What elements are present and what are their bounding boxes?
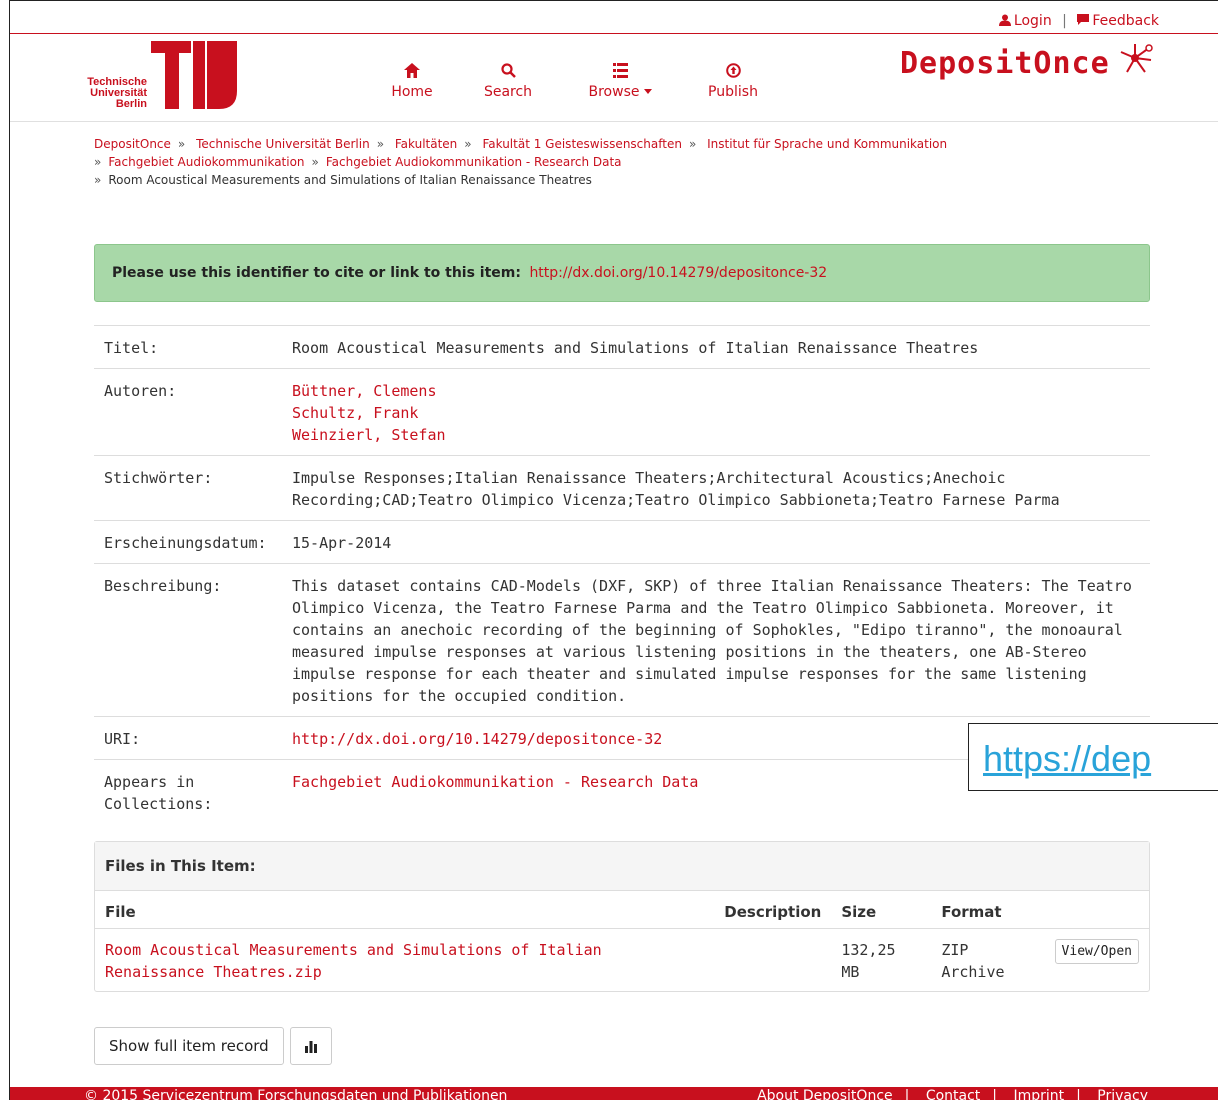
- overlay-url-text[interactable]: https://dep: [983, 738, 1151, 780]
- page-frame: Login | Feedback Technische Universität …: [9, 0, 1218, 1100]
- user-links: Login | Feedback: [998, 13, 1159, 29]
- home-icon: [404, 63, 420, 78]
- metadata-row-keywords: Stichwörter: Impulse Responses;Italian R…: [94, 456, 1150, 521]
- footer-link-about[interactable]: About DepositOnce: [757, 1088, 893, 1100]
- author-link[interactable]: Weinzierl, Stefan: [292, 426, 446, 444]
- nav-publish[interactable]: Publish: [683, 56, 783, 100]
- search-icon: [500, 63, 516, 78]
- item-actions: Show full item record: [94, 1027, 338, 1065]
- breadcrumb-current: Room Acoustical Measurements and Simulat…: [108, 173, 592, 187]
- login-link[interactable]: Login: [998, 13, 1056, 29]
- files-table: File Description Size Format Room Acoust…: [95, 891, 1149, 991]
- column-header: Description: [714, 891, 832, 929]
- author-link[interactable]: Schultz, Frank: [292, 404, 418, 422]
- sparkle-icon: [1120, 44, 1153, 73]
- chevron-down-icon: [644, 89, 653, 94]
- metadata-row-date: Erscheinungsdatum: 15-Apr-2014: [94, 521, 1150, 564]
- berlin-tag: berlin: [221, 9, 231, 32]
- breadcrumb-item[interactable]: Fakultät 1 Geisteswissenschaften: [482, 137, 681, 151]
- file-format: ZIP Archive: [941, 941, 1005, 981]
- citation-link[interactable]: http://dx.doi.org/10.14279/depositonce-3…: [529, 265, 827, 281]
- nav-search[interactable]: Search: [458, 56, 558, 100]
- separator: |: [1062, 13, 1067, 29]
- bar-chart-icon: [304, 1041, 317, 1053]
- tu-berlin-logo[interactable]: Technische Universität Berlin berlin: [81, 9, 246, 117]
- metadata-row-title: Titel: Room Acoustical Measurements and …: [94, 326, 1150, 369]
- statistics-button[interactable]: [289, 1027, 332, 1065]
- view-open-button[interactable]: View/Open: [1054, 939, 1139, 964]
- author-link[interactable]: Büttner, Clemens: [292, 382, 437, 400]
- footer-links: About DepositOnce | Contact | Imprint | Pri…: [757, 1088, 1148, 1100]
- url-overlay-box: https://dep: [968, 723, 1218, 791]
- citation-prefix: Please use this identifier to cite or li…: [112, 265, 521, 281]
- breadcrumb: DepositOnce» Technische Universität Berl…: [94, 137, 948, 187]
- column-header: Size: [831, 891, 932, 929]
- metadata-row-description: Beschreibung: This dataset contains CAD-…: [94, 564, 1150, 717]
- files-heading: Files in This Item:: [95, 842, 1149, 891]
- breadcrumb-item[interactable]: Institut für Sprache und Kommunikation: [707, 137, 947, 151]
- breadcrumb-item[interactable]: DepositOnce: [94, 137, 171, 151]
- user-icon: [998, 14, 1011, 26]
- breadcrumb-item[interactable]: Technische Universität Berlin: [196, 137, 370, 151]
- list-icon: [613, 63, 628, 78]
- site-header: Technische Universität Berlin berlin Hom…: [10, 9, 1218, 122]
- footer-link-imprint[interactable]: Imprint: [1013, 1088, 1064, 1100]
- site-footer: © 2015 Servicezentrum Forschungsdaten un…: [10, 1087, 1218, 1100]
- collection-link[interactable]: Fachgebiet Audiokommunikation - Research…: [292, 773, 698, 791]
- footer-copyright: © 2015 Servicezentrum Forschungsdaten un…: [84, 1088, 508, 1100]
- column-header: File: [95, 891, 715, 929]
- feedback-link[interactable]: Feedback: [1077, 13, 1159, 29]
- show-full-record-button[interactable]: Show full item record: [94, 1027, 284, 1065]
- breadcrumb-item[interactable]: Fachgebiet Audiokommunikation: [108, 155, 304, 169]
- metadata-row-authors: Autoren: Büttner, Clemens Schultz, Frank…: [94, 369, 1150, 456]
- footer-link-contact[interactable]: Contact: [926, 1088, 980, 1100]
- comment-icon: [1077, 14, 1090, 25]
- column-header: Format: [931, 891, 1045, 929]
- nav-browse[interactable]: Browse: [558, 56, 683, 100]
- uri-link[interactable]: http://dx.doi.org/10.14279/depositonce-3…: [292, 730, 662, 748]
- file-description: [714, 929, 831, 992]
- depositonce-logo[interactable]: DepositOnce: [900, 44, 1153, 81]
- breadcrumb-item[interactable]: Fakultäten: [395, 137, 457, 151]
- nav-home[interactable]: Home: [366, 56, 458, 100]
- file-link[interactable]: Room Acoustical Measurements and Simulat…: [105, 941, 602, 981]
- tu-emblem-icon: [151, 41, 237, 109]
- top-bar: Login | Feedback: [10, 1, 1218, 34]
- table-row: Room Acoustical Measurements and Simulat…: [95, 929, 1149, 992]
- footer-link-privacy[interactable]: Privacy: [1097, 1088, 1148, 1100]
- files-panel: Files in This Item: File Description Siz…: [94, 841, 1150, 992]
- file-size: 132,25 MB: [841, 941, 896, 981]
- breadcrumb-item[interactable]: Fachgebiet Audiokommunikation - Research…: [326, 155, 622, 169]
- main-nav: Home Search Browse Publish: [366, 56, 783, 100]
- citation-alert: Please use this identifier to cite or li…: [94, 244, 1150, 302]
- upload-icon: [725, 63, 741, 78]
